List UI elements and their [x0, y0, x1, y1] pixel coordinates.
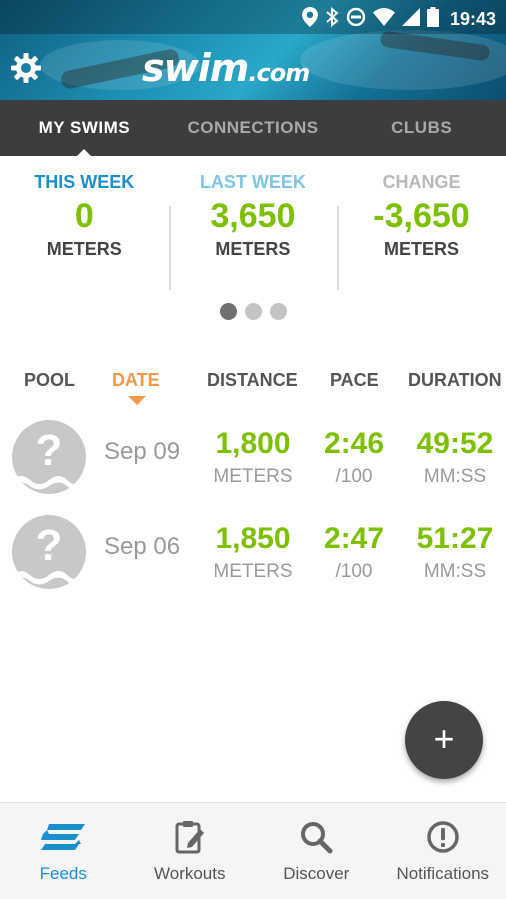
distance-unit: METERS [213, 466, 293, 487]
column-header-duration[interactable]: DURATION [408, 370, 502, 391]
table-row[interactable]: ? Sep 06 1,850 METERS 2:47 /100 51:27 MM… [0, 509, 506, 599]
stat-unit: METERS [383, 239, 459, 259]
stat-label: LAST WEEK [199, 172, 306, 192]
status-time: 19:43 [449, 9, 496, 29]
stat-label: THIS WEEK [34, 172, 135, 192]
pace-cell: 2:46 /100 [314, 426, 394, 492]
page-dot[interactable] [244, 303, 262, 320]
distance-cell: 1,800 METERS [203, 426, 303, 492]
tab-clubs[interactable]: CLUBS [337, 100, 506, 156]
battery-icon [426, 7, 439, 32]
tab-my-swims[interactable]: MY SWIMS [0, 100, 169, 157]
nav-label: Feeds [39, 864, 87, 883]
stat-last-week: LAST WEEK 3,650 METERS [168, 168, 338, 293]
status-bar: 19:43 [0, 0, 506, 34]
duration-cell: 51:27 MM:SS [405, 521, 505, 587]
page-indicator [0, 303, 506, 320]
app-root: 19:43 swim .com MY SWIMS CONNECTIONS CLU… [0, 0, 506, 899]
duration-unit: MM:SS [423, 561, 487, 582]
alert-icon [380, 817, 506, 857]
stat-this-week: THIS WEEK 0 METERS [0, 168, 169, 293]
pace-unit: /100 [335, 466, 373, 487]
weekly-stats[interactable]: THIS WEEK 0 METERS LAST WEEK 3,650 METER… [0, 168, 506, 293]
sort-down-icon [128, 396, 146, 405]
top-tab-bar: MY SWIMS CONNECTIONS CLUBS [0, 100, 506, 157]
table-row[interactable]: ? Sep 09 1,800 METERS 2:46 /100 49:52 MM… [0, 414, 506, 504]
bottom-navigation: Feeds Workouts Discover Notifications [0, 802, 506, 899]
pace-unit: /100 [335, 561, 373, 582]
feeds-icon [0, 817, 127, 857]
stat-change: CHANGE -3,650 METERS [337, 168, 506, 293]
stat-unit: METERS [46, 239, 122, 259]
pace-cell: 2:47 /100 [314, 521, 394, 587]
distance-value: 1,850 [215, 522, 291, 555]
nav-label: Workouts [154, 864, 226, 883]
stat-label: CHANGE [382, 172, 461, 192]
duration-unit: MM:SS [423, 466, 487, 487]
duration-value: 51:27 [416, 522, 494, 555]
nav-feeds[interactable]: Feeds [0, 803, 127, 899]
stat-value: -3,650 [373, 197, 470, 235]
stat-value: 3,650 [210, 197, 296, 235]
search-icon [253, 817, 380, 857]
column-header-pool[interactable]: POOL [24, 370, 75, 391]
swim-logo: swim .com [142, 46, 310, 90]
gear-icon[interactable] [10, 52, 42, 84]
column-header-distance[interactable]: DISTANCE [207, 370, 298, 391]
distance-value: 1,800 [215, 427, 291, 460]
nav-notifications[interactable]: Notifications [380, 803, 506, 899]
workouts-icon [127, 817, 254, 857]
stat-unit: METERS [215, 239, 291, 259]
pool-unknown-icon: ? [12, 515, 86, 589]
duration-cell: 49:52 MM:SS [405, 426, 505, 492]
stat-value: 0 [74, 197, 94, 235]
page-dot[interactable] [269, 303, 287, 320]
nav-workouts[interactable]: Workouts [127, 803, 254, 899]
table-header: POOL DATE DISTANCE PACE DURATION [0, 370, 506, 405]
pace-value: 2:46 [323, 427, 385, 460]
pool-unknown-icon: ? [12, 420, 86, 494]
wifi-icon [372, 8, 395, 31]
column-header-date[interactable]: DATE [112, 370, 160, 391]
bluetooth-icon [325, 6, 339, 32]
header-banner: 19:43 swim .com [0, 0, 506, 100]
column-header-pace[interactable]: PACE [330, 370, 379, 391]
distance-cell: 1,850 METERS [203, 521, 303, 587]
page-dot[interactable] [219, 303, 237, 320]
pace-value: 2:47 [323, 522, 385, 555]
nav-label: Notifications [396, 864, 490, 883]
swim-date: Sep 09 [104, 438, 181, 465]
nav-discover[interactable]: Discover [253, 803, 380, 899]
tab-connections[interactable]: CONNECTIONS [169, 100, 338, 156]
add-swim-button[interactable]: + [405, 701, 483, 779]
swim-date: Sep 06 [104, 533, 181, 560]
duration-value: 49:52 [416, 427, 494, 460]
location-icon [301, 7, 318, 32]
nav-label: Discover [283, 864, 350, 883]
cellular-signal-icon [401, 8, 420, 31]
distance-unit: METERS [213, 561, 293, 582]
do-not-disturb-icon [346, 7, 366, 32]
